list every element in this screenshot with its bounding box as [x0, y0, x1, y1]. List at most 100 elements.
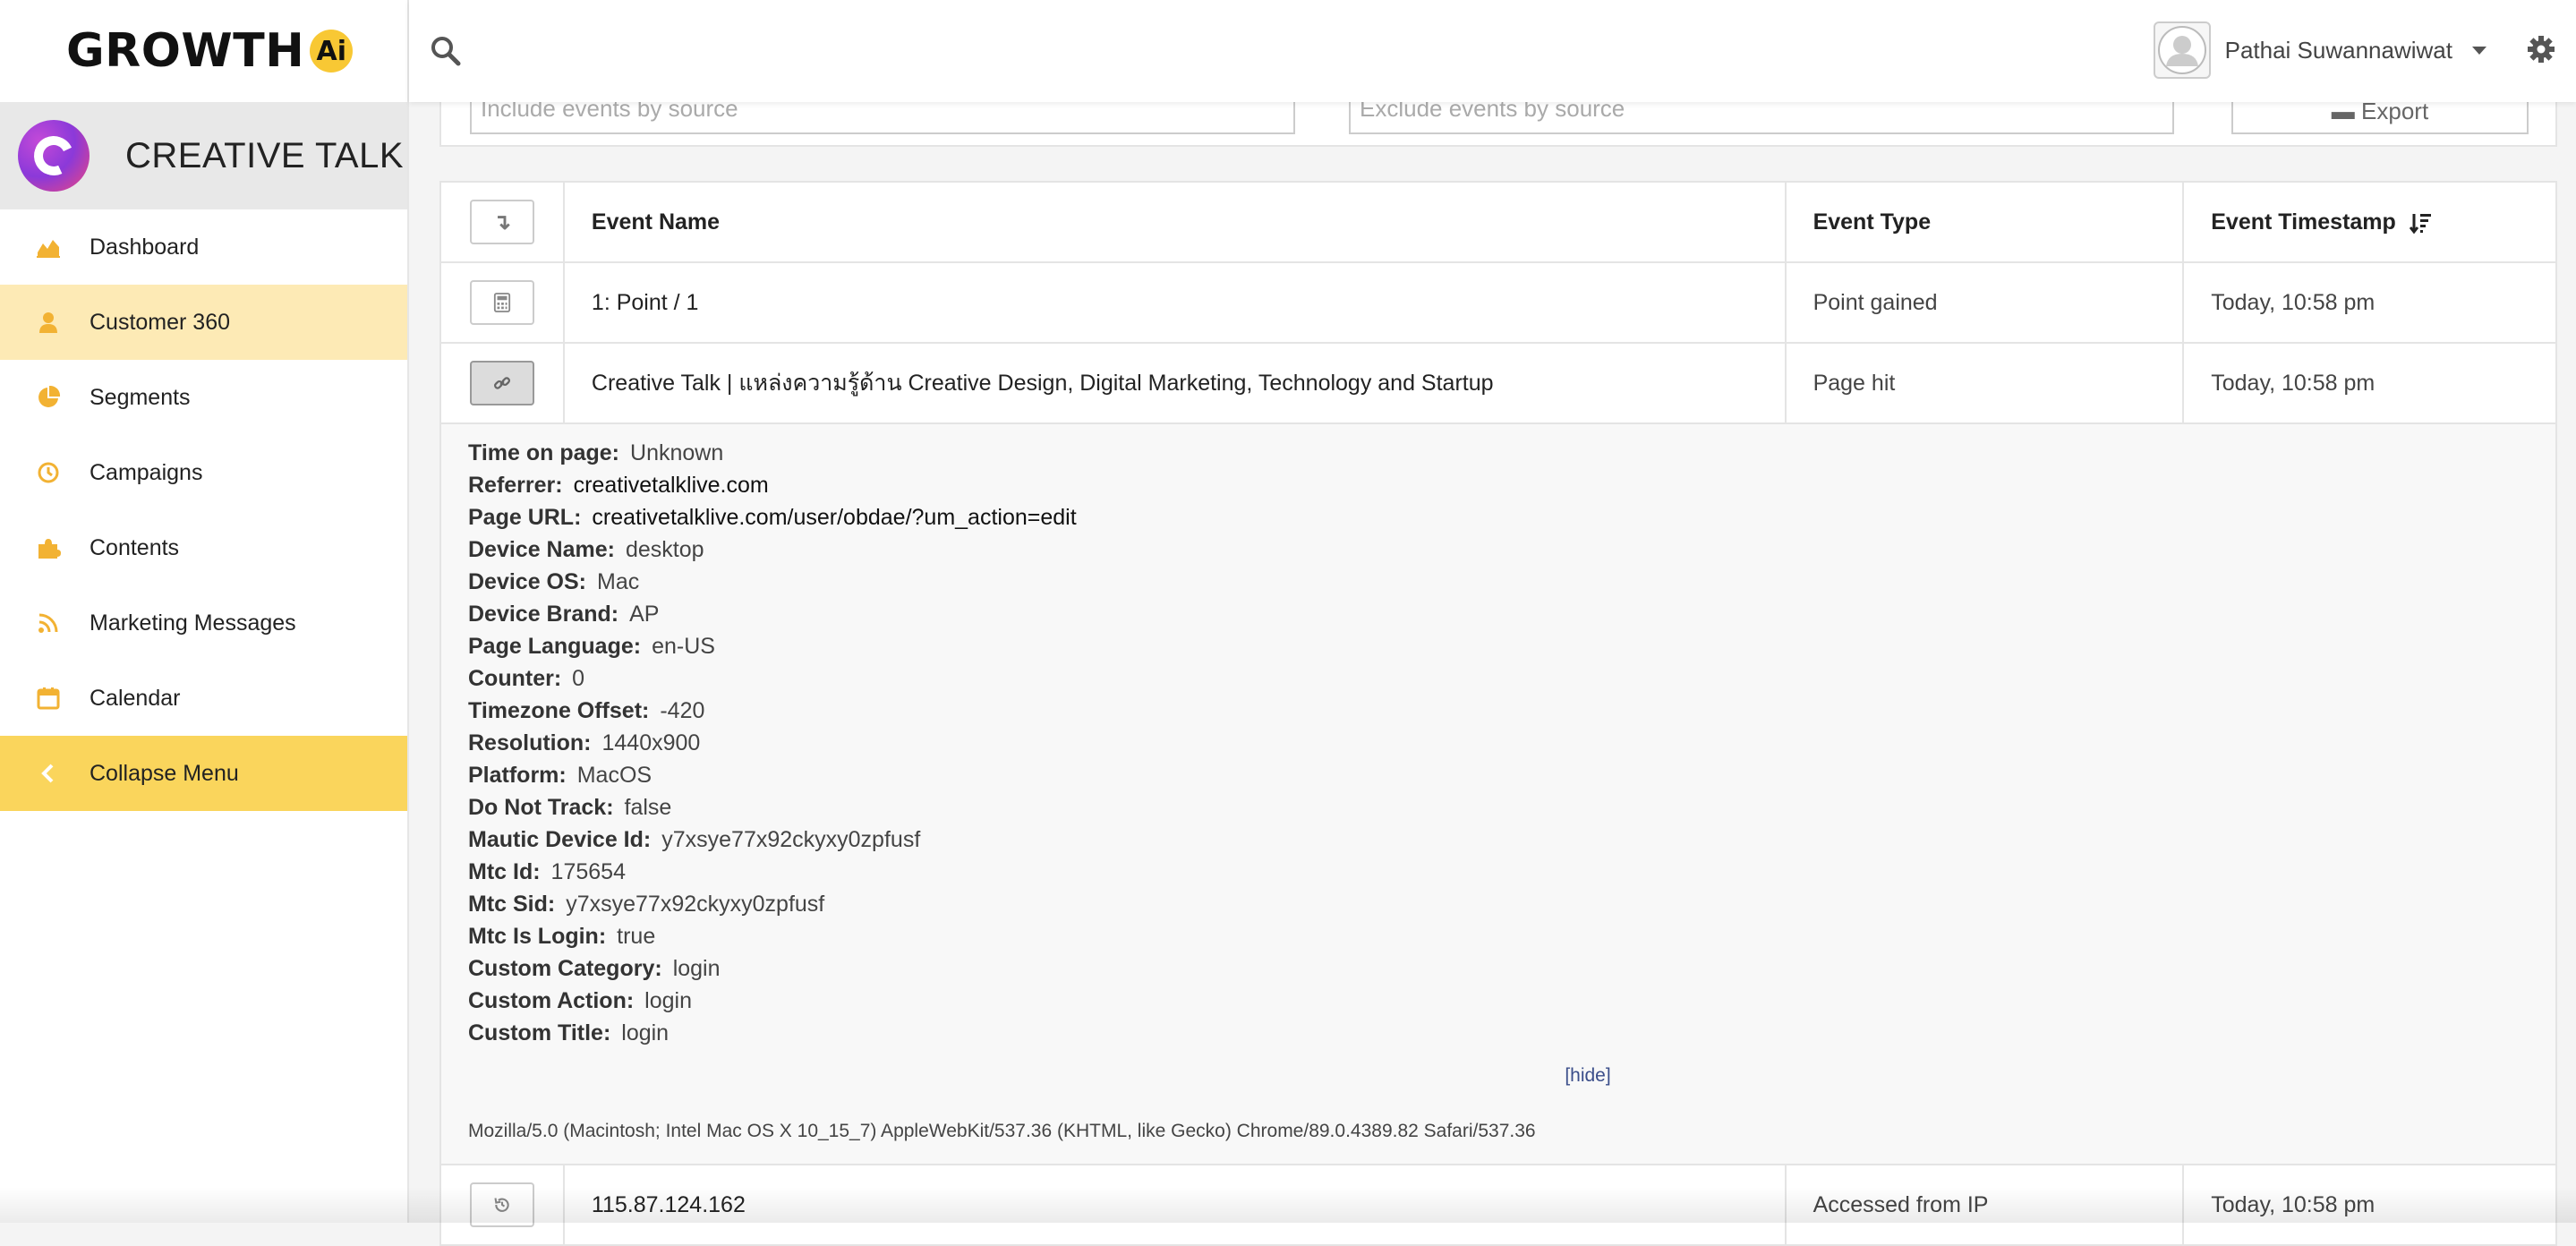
- detail-key: Counter:: [468, 666, 562, 691]
- user-name: Pathai Suwannawiwat: [2224, 36, 2452, 64]
- detail-line: Device OS: Mac: [468, 566, 2529, 598]
- events-table: ↴ Event Name Event Type Event Timestamp: [439, 181, 2557, 1246]
- detail-value: -420: [660, 698, 705, 723]
- detail-line: Platform: MacOS: [468, 759, 2529, 791]
- detail-value: 1440x900: [601, 730, 701, 755]
- detail-value: login: [644, 988, 692, 1013]
- detail-line: Custom Action: login: [468, 985, 2529, 1017]
- detail-key: Do Not Track:: [468, 795, 614, 820]
- detail-value: MacOS: [576, 763, 653, 788]
- detail-line: Page Language: en-US: [468, 630, 2529, 662]
- table-row[interactable]: 1: Point / 1 Point gained Today, 10:58 p…: [439, 261, 2557, 344]
- table-row[interactable]: Creative Talk | แหล่งความรู้ด้าน Creativ…: [439, 342, 2557, 424]
- collapse-menu-button[interactable]: Collapse Menu: [0, 736, 407, 811]
- detail-line: Mtc Sid: y7xsye77x92ckyxy0zpfusf: [468, 888, 2529, 920]
- sidebar-item-label: Collapse Menu: [90, 760, 239, 786]
- user-menu[interactable]: Pathai Suwannawiwat: [2153, 20, 2486, 81]
- detail-line: Timezone Offset: -420: [468, 695, 2529, 727]
- sidebar-item-label: Dashboard: [90, 234, 200, 260]
- sidebar: GROWTH Ai CREATIVE TALK Dashboard Custom…: [0, 0, 409, 1223]
- detail-key: Custom Title:: [468, 1020, 611, 1045]
- detail-key: Timezone Offset:: [468, 698, 650, 723]
- sidebar-item-marketing-messages[interactable]: Marketing Messages: [0, 585, 407, 661]
- detail-value: AP: [629, 602, 660, 627]
- row-toggle-button[interactable]: [469, 280, 534, 325]
- event-name-cell: 1: Point / 1: [562, 261, 1787, 344]
- detail-line: Custom Title: login: [468, 1017, 2529, 1049]
- detail-value: desktop: [625, 537, 704, 562]
- search-icon[interactable]: [429, 34, 463, 68]
- user-icon: [34, 308, 63, 337]
- detail-key: Time on page:: [468, 440, 620, 465]
- row-toggle-button[interactable]: [469, 1182, 534, 1227]
- table-header-row: ↴ Event Name Event Type Event Timestamp: [439, 181, 2557, 263]
- detail-key: Mtc Sid:: [468, 892, 556, 917]
- sidebar-item-label: Segments: [90, 384, 191, 410]
- detail-key: Page Language:: [468, 634, 642, 659]
- sidebar-item-label: Customer 360: [90, 309, 231, 335]
- sidebar-item-label: Calendar: [90, 685, 181, 711]
- logo-badge: Ai: [310, 30, 354, 73]
- brand-name: CREATIVE TALK: [125, 135, 405, 175]
- detail-line: Custom Category: login: [468, 952, 2529, 985]
- detail-value: Mac: [597, 569, 640, 594]
- detail-key: Device OS:: [468, 569, 587, 594]
- detail-key: Resolution:: [468, 730, 592, 755]
- detail-value: true: [617, 924, 656, 949]
- brand-header: CREATIVE TALK: [0, 102, 407, 209]
- sidebar-item-contents[interactable]: Contents: [0, 510, 407, 585]
- detail-line: Time on page: Unknown: [468, 437, 2529, 469]
- header-event-timestamp[interactable]: Event Timestamp: [2182, 181, 2557, 263]
- detail-line: Resolution: 1440x900: [468, 727, 2529, 759]
- expand-toggle-button[interactable]: ↴: [469, 200, 534, 244]
- sidebar-menu: Dashboard Customer 360 Segments Campaign…: [0, 209, 407, 811]
- detail-value: false: [624, 795, 672, 820]
- event-type-cell: Point gained: [1784, 261, 2185, 344]
- detail-value: 0: [572, 666, 585, 691]
- event-timestamp-cell: Today, 10:58 pm: [2182, 342, 2557, 424]
- detail-line: Referrer: creativetalklive.com: [468, 469, 2529, 501]
- hide-details-link[interactable]: [hide]: [468, 1065, 2529, 1087]
- header-event-name[interactable]: Event Name: [562, 181, 1787, 263]
- detail-line: Page URL: creativetalklive.com/user/obdae…: [468, 501, 2529, 533]
- event-details-panel: Time on page: Unknown Referrer: creativetal…: [439, 422, 2557, 1165]
- detail-value: login: [621, 1020, 670, 1045]
- sidebar-item-segments[interactable]: Segments: [0, 360, 407, 435]
- detail-value: en-US: [652, 634, 715, 659]
- detail-key: Custom Category:: [468, 956, 662, 981]
- rss-icon: [34, 609, 63, 637]
- detail-key: Device Brand:: [468, 602, 619, 627]
- calendar-icon: [34, 684, 63, 713]
- app-logo[interactable]: GROWTH Ai: [0, 0, 407, 102]
- sidebar-item-calendar[interactable]: Calendar: [0, 661, 407, 736]
- detail-key: Device Name:: [468, 537, 615, 562]
- chevron-down-icon: [2472, 46, 2486, 55]
- detail-line: Do Not Track: false: [468, 791, 2529, 824]
- table-row[interactable]: 115.87.124.162 Accessed from IP Today, 1…: [439, 1164, 2557, 1246]
- sidebar-item-dashboard[interactable]: Dashboard: [0, 209, 407, 285]
- detail-key: Referrer:: [468, 473, 563, 498]
- row-toggle-button[interactable]: [469, 361, 534, 405]
- sidebar-item-customer-360[interactable]: Customer 360: [0, 285, 407, 360]
- event-name-cell: Creative Talk | แหล่งความรู้ด้าน Creativ…: [562, 342, 1787, 424]
- avatar: [2153, 21, 2211, 79]
- gear-icon[interactable]: [2526, 34, 2556, 64]
- detail-key: Custom Action:: [468, 988, 635, 1013]
- pie-chart-icon: [34, 383, 63, 412]
- sidebar-item-label: Campaigns: [90, 459, 203, 485]
- detail-value: y7xsye77x92ckyxy0zpfusf: [661, 827, 921, 852]
- top-bar: Pathai Suwannawiwat: [409, 0, 2576, 102]
- link-icon: [493, 377, 510, 389]
- detail-line: Mtc Id: 175654: [468, 856, 2529, 888]
- puzzle-icon: [34, 533, 63, 562]
- detail-line: Device Name: desktop: [468, 533, 2529, 566]
- filter-bar: Include events by source Exclude events …: [439, 93, 2557, 147]
- detail-line: Device Brand: AP: [468, 598, 2529, 630]
- detail-line: Mtc Is Login: true: [468, 920, 2529, 952]
- header-event-type[interactable]: Event Type: [1784, 181, 2185, 263]
- detail-key: Mautic Device Id:: [468, 827, 652, 852]
- detail-value: 175654: [550, 859, 626, 884]
- level-down-icon: ↴: [492, 209, 511, 235]
- sidebar-item-campaigns[interactable]: Campaigns: [0, 435, 407, 510]
- detail-value: login: [672, 956, 721, 981]
